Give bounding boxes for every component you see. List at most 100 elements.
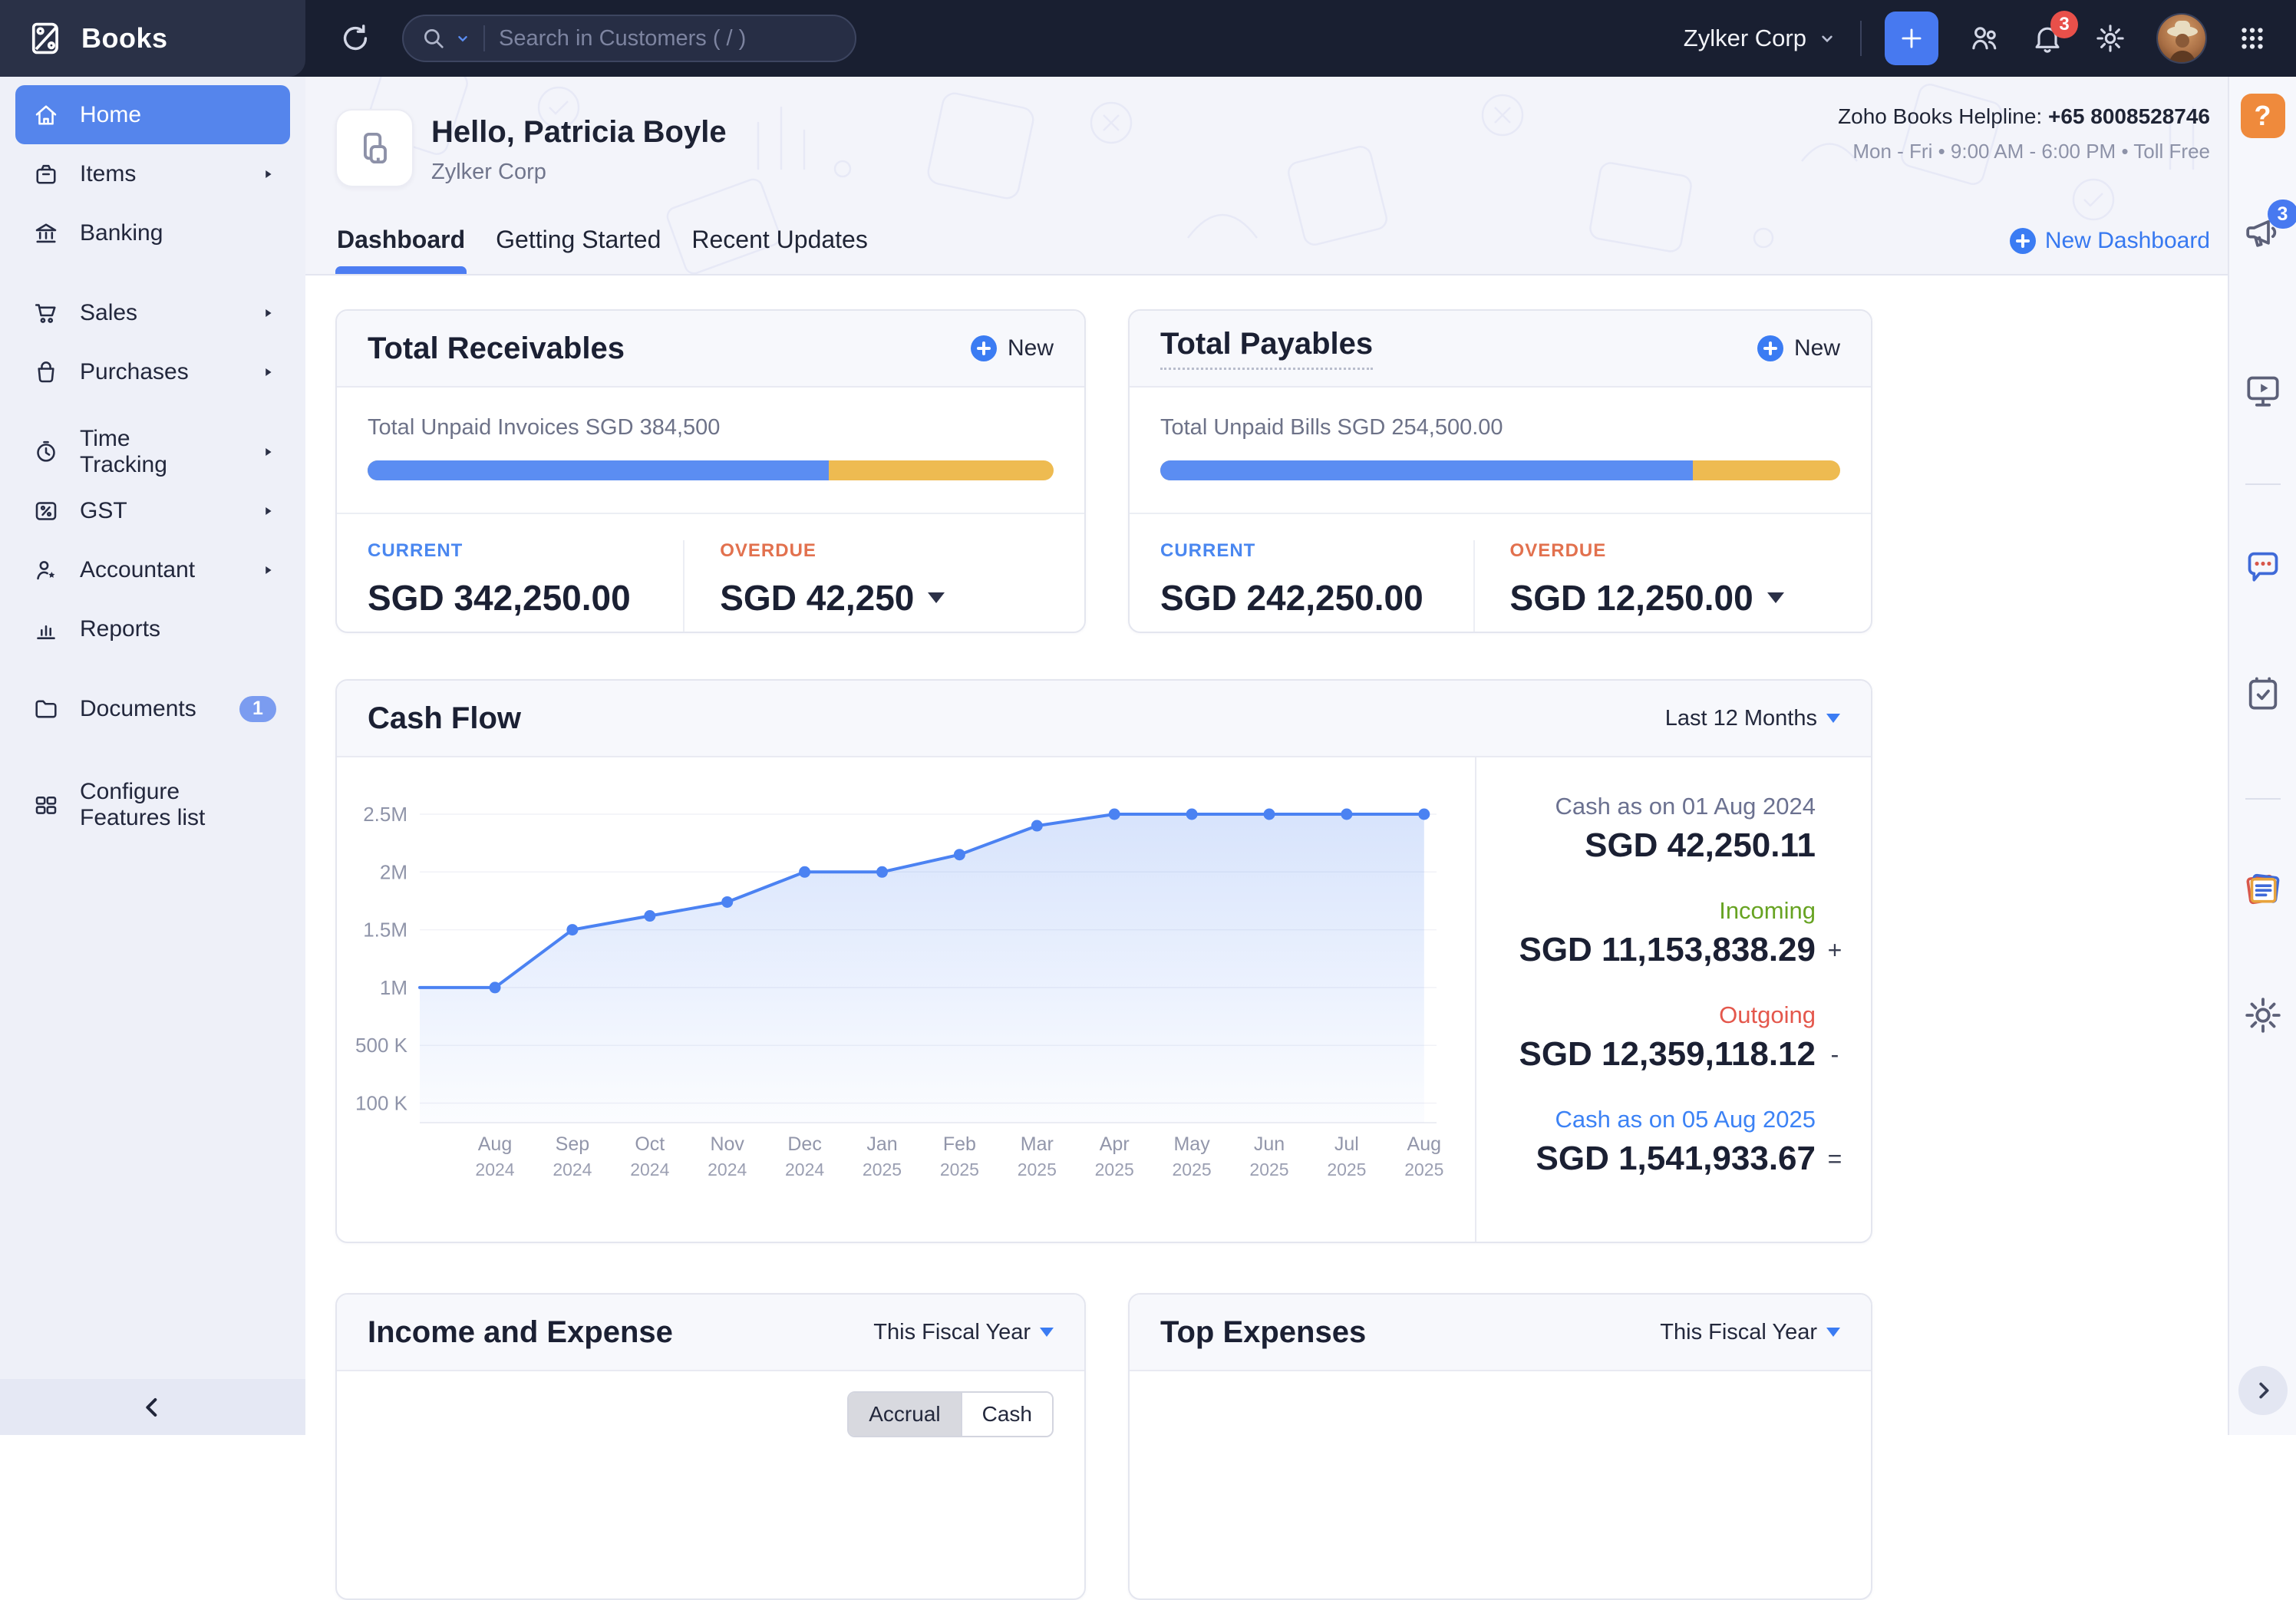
announcements-button[interactable]: 3 xyxy=(2242,212,2284,255)
receivables-title: Total Receivables xyxy=(368,332,625,366)
sidebar-item-home[interactable]: Home xyxy=(15,85,290,144)
dashboard-body: Total Receivables New Total Unpaid Invoi… xyxy=(305,309,2228,1600)
search-input[interactable] xyxy=(499,26,838,51)
summary-row-label: Cash as on 01 Aug 2024 xyxy=(1476,793,1816,820)
top-expenses-range-dropdown[interactable]: This Fiscal Year xyxy=(1660,1320,1840,1345)
svg-text:2025: 2025 xyxy=(863,1160,902,1179)
summary-row-operator: - xyxy=(1820,1041,1849,1069)
income-expense-range-dropdown[interactable]: This Fiscal Year xyxy=(873,1320,1054,1345)
receivables-new-button[interactable]: New xyxy=(971,335,1054,361)
percent-icon xyxy=(32,497,60,525)
rail-expand-button[interactable] xyxy=(2238,1366,2288,1415)
rail-settings-button[interactable] xyxy=(2241,993,2285,1038)
sidebar-item-label: Time Tracking xyxy=(80,426,219,478)
cash-flow-summary-row: OutgoingSGD 12,359,118.12- xyxy=(1476,1001,1849,1074)
quick-create-button[interactable] xyxy=(1885,12,1938,65)
cash-flow-summary-row: Cash as on 01 Aug 2024 SGD 42,250.11 xyxy=(1476,793,1849,865)
clock-icon xyxy=(32,438,60,466)
whats-new-button[interactable] xyxy=(2241,867,2285,912)
tab-recent-updates[interactable]: Recent Updates xyxy=(690,226,869,274)
feedback-chat-button[interactable] xyxy=(2242,545,2284,588)
question-icon: ? xyxy=(2255,100,2271,132)
refresh-button[interactable] xyxy=(338,21,373,56)
sidebar-item-label: Home xyxy=(80,102,141,128)
apps-grid-icon xyxy=(2236,22,2268,54)
clipboard-check-icon xyxy=(2242,672,2284,715)
help-button[interactable]: ? xyxy=(2241,94,2285,138)
toggle-accrual[interactable]: Accrual xyxy=(849,1393,960,1436)
svg-text:Dec: Dec xyxy=(787,1133,821,1155)
greeting-title: Hello, Patricia Boyle xyxy=(431,115,727,150)
global-search[interactable] xyxy=(402,15,856,62)
sidebar-item-label: Documents xyxy=(80,696,196,722)
sidebar-item-banking[interactable]: Banking xyxy=(15,203,290,262)
sidebar-collapse-button[interactable] xyxy=(137,1392,168,1423)
sidebar-item-label: Purchases xyxy=(80,359,189,385)
sidebar-item-items[interactable]: Items xyxy=(15,144,290,203)
settings-button[interactable] xyxy=(2093,21,2127,55)
accrual-cash-toggle: AccrualCash xyxy=(847,1391,1054,1437)
svg-text:Nov: Nov xyxy=(710,1133,744,1155)
apps-grid-button[interactable] xyxy=(2236,22,2268,54)
plus-icon xyxy=(2010,228,2036,254)
box-icon xyxy=(32,160,60,188)
top-expenses-title: Top Expenses xyxy=(1160,1315,1366,1350)
brand[interactable]: Books xyxy=(0,0,305,77)
chevron-left-icon xyxy=(137,1392,168,1423)
sidebar-item-purchases[interactable]: Purchases xyxy=(15,342,290,401)
folder-icon xyxy=(32,695,60,723)
submenu-arrow-icon xyxy=(259,305,276,322)
user-avatar[interactable] xyxy=(2156,13,2207,64)
overdue-dropdown-caret[interactable] xyxy=(928,592,945,603)
sidebar: Home ItemsBanking Sales Purchases Time Track… xyxy=(0,77,305,1435)
helpline: Zoho Books Helpline: +65 8008528746 Mon … xyxy=(1838,104,2210,163)
tab-getting-started[interactable]: Getting Started xyxy=(494,226,662,274)
payables-progress-bar xyxy=(1160,460,1840,480)
notifications-button[interactable]: 3 xyxy=(2030,21,2064,55)
documents-badge: 1 xyxy=(239,696,276,722)
income-expense-card: Income and Expense This Fiscal Year Accr… xyxy=(335,1293,1086,1600)
sidebar-item-configure-features-list[interactable]: Configure Features list xyxy=(15,775,290,834)
summary-row-value: SGD 42,250.11 xyxy=(1476,826,1816,865)
sidebar-item-sales[interactable]: Sales xyxy=(15,283,290,342)
total-receivables-card: Total Receivables New Total Unpaid Invoi… xyxy=(335,309,1086,633)
search-divider xyxy=(483,25,485,51)
org-avatar xyxy=(335,109,414,187)
org-switcher[interactable]: Zylker Corp xyxy=(1684,25,1837,52)
video-tutorials-button[interactable] xyxy=(2242,370,2284,413)
tasks-button[interactable] xyxy=(2242,672,2284,715)
tab-dashboard[interactable]: Dashboard xyxy=(335,226,467,274)
person-icon xyxy=(32,556,60,584)
payables-overdue-value: SGD 12,250.00 xyxy=(1510,577,1753,619)
users-button[interactable] xyxy=(1968,21,2001,55)
payables-new-button[interactable]: New xyxy=(1757,335,1840,361)
rail-divider xyxy=(2245,483,2281,485)
svg-text:Jun: Jun xyxy=(1254,1133,1285,1155)
cash-flow-range-dropdown[interactable]: Last 12 Months xyxy=(1665,706,1840,731)
sidebar-item-gst[interactable]: GST xyxy=(15,481,290,540)
sidebar-item-documents[interactable]: Documents 1 xyxy=(15,679,290,738)
summary-row-operator: = xyxy=(1820,1145,1849,1173)
svg-text:2024: 2024 xyxy=(785,1160,824,1179)
svg-text:Sep: Sep xyxy=(556,1133,589,1155)
svg-text:2025: 2025 xyxy=(1018,1160,1057,1179)
notification-badge: 3 xyxy=(2050,11,2078,38)
svg-text:2025: 2025 xyxy=(1404,1160,1443,1179)
home-icon xyxy=(32,101,60,129)
sidebar-item-accountant[interactable]: Accountant xyxy=(15,540,290,599)
overdue-dropdown-caret[interactable] xyxy=(1767,592,1784,603)
summary-row-label: Incoming xyxy=(1476,897,1816,925)
summary-row-operator: + xyxy=(1820,936,1849,965)
search-icon xyxy=(421,25,447,51)
svg-text:2M: 2M xyxy=(380,860,407,883)
toggle-cash[interactable]: Cash xyxy=(961,1393,1052,1436)
new-dashboard-button[interactable]: New Dashboard xyxy=(2010,228,2210,254)
summary-row-value: SGD 1,541,933.67 xyxy=(1476,1140,1816,1178)
sidebar-item-time-tracking[interactable]: Time Tracking xyxy=(15,422,290,481)
svg-text:2024: 2024 xyxy=(630,1160,669,1179)
sidebar-item-reports[interactable]: Reports xyxy=(15,599,290,658)
cash-flow-card: Cash Flow Last 12 Months 2.5M2M1.5M1M500… xyxy=(335,679,1872,1243)
svg-text:1.5M: 1.5M xyxy=(363,919,407,942)
submenu-arrow-icon xyxy=(259,364,276,381)
search-scope-chevron-icon[interactable] xyxy=(454,30,471,47)
